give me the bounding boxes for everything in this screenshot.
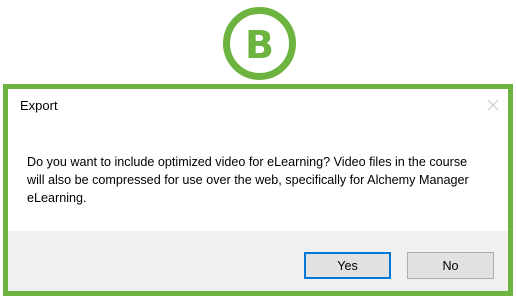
dialog-button-bar: Yes No: [8, 231, 508, 291]
dialog-title: Export: [20, 98, 58, 113]
yes-button[interactable]: Yes: [304, 252, 391, 279]
export-dialog: Export Do you want to include optimized …: [8, 89, 508, 291]
dialog-message: Do you want to include optimized video f…: [27, 155, 469, 205]
close-icon-glyph: [487, 99, 499, 111]
callout-badge: B: [223, 7, 296, 80]
no-button[interactable]: No: [407, 252, 494, 279]
close-icon[interactable]: [482, 95, 504, 115]
callout-letter: B: [245, 22, 274, 67]
